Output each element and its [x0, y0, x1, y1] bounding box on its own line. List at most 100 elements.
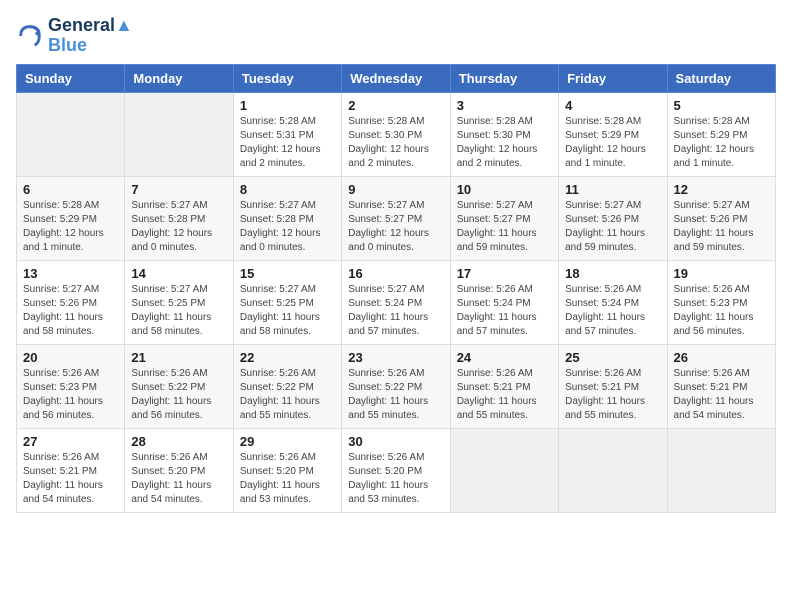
weekday-header: Tuesday [233, 64, 341, 92]
day-number: 15 [240, 266, 335, 281]
calendar-cell [17, 92, 125, 176]
calendar-cell: 8 Sunrise: 5:27 AM Sunset: 5:28 PM Daylig… [233, 176, 341, 260]
day-number: 12 [674, 182, 769, 197]
calendar-cell: 16 Sunrise: 5:27 AM Sunset: 5:24 PM Dayli… [342, 260, 450, 344]
day-number: 30 [348, 434, 443, 449]
day-info: Sunrise: 5:26 AM Sunset: 5:23 PM Dayligh… [674, 283, 769, 339]
day-number: 24 [457, 350, 552, 365]
day-info: Sunrise: 5:26 AM Sunset: 5:21 PM Dayligh… [457, 367, 552, 423]
calendar-cell: 23Sunrise: 5:26 AM Sunset: 5:22 PM Dayli… [342, 344, 450, 428]
day-info: Sunrise: 5:27 AM Sunset: 5:27 PM Dayligh… [457, 199, 552, 255]
calendar-cell: 29Sunrise: 5:26 AM Sunset: 5:20 PM Dayli… [233, 428, 341, 512]
day-number: 20 [23, 350, 118, 365]
day-number: 28 [131, 434, 226, 449]
day-info: Sunrise: 5:28 AM Sunset: 5:30 PM Dayligh… [348, 115, 443, 171]
day-info: Sunrise: 5:26 AM Sunset: 5:24 PM Dayligh… [457, 283, 552, 339]
day-info: Sunrise: 5:26 AM Sunset: 5:24 PM Dayligh… [565, 283, 660, 339]
day-number: 25 [565, 350, 660, 365]
calendar-cell: 26 Sunrise: 5:26 AM Sunset: 5:21 PM Dayli… [667, 344, 775, 428]
day-number: 6 [23, 182, 118, 197]
calendar-cell: 13 Sunrise: 5:27 AM Sunset: 5:26 PM Dayli… [17, 260, 125, 344]
day-info: Sunrise: 5:28 AM Sunset: 5:29 PM Dayligh… [674, 115, 769, 171]
day-info: Sunrise: 5:28 AM Sunset: 5:29 PM Dayligh… [565, 115, 660, 171]
day-number: 21 [131, 350, 226, 365]
weekday-header: Wednesday [342, 64, 450, 92]
day-number: 2 [348, 98, 443, 113]
calendar-cell: 2 Sunrise: 5:28 AM Sunset: 5:30 PM Daylig… [342, 92, 450, 176]
logo-text: General▲ Blue [48, 16, 133, 56]
day-info: Sunrise: 5:27 AM Sunset: 5:28 PM Dayligh… [131, 199, 226, 255]
calendar-cell [559, 428, 667, 512]
calendar-cell: 1 Sunrise: 5:28 AM Sunset: 5:31 PM Daylig… [233, 92, 341, 176]
calendar-cell: 4Sunrise: 5:28 AM Sunset: 5:29 PM Daylig… [559, 92, 667, 176]
calendar-cell [667, 428, 775, 512]
calendar-cell: 6 Sunrise: 5:28 AM Sunset: 5:29 PM Daylig… [17, 176, 125, 260]
day-info: Sunrise: 5:26 AM Sunset: 5:21 PM Dayligh… [565, 367, 660, 423]
day-info: Sunrise: 5:28 AM Sunset: 5:29 PM Dayligh… [23, 199, 118, 255]
day-number: 13 [23, 266, 118, 281]
calendar-cell: 19 Sunrise: 5:26 AM Sunset: 5:23 PM Dayli… [667, 260, 775, 344]
calendar-cell: 21 Sunrise: 5:26 AM Sunset: 5:22 PM Dayli… [125, 344, 233, 428]
weekday-header: Saturday [667, 64, 775, 92]
day-info: Sunrise: 5:26 AM Sunset: 5:21 PM Dayligh… [23, 451, 118, 507]
day-number: 5 [674, 98, 769, 113]
calendar-cell: 24 Sunrise: 5:26 AM Sunset: 5:21 PM Dayli… [450, 344, 558, 428]
calendar-cell: 7 Sunrise: 5:27 AM Sunset: 5:28 PM Daylig… [125, 176, 233, 260]
weekday-header: Friday [559, 64, 667, 92]
day-info: Sunrise: 5:26 AM Sunset: 5:20 PM Dayligh… [348, 451, 443, 507]
calendar-cell: 17Sunrise: 5:26 AM Sunset: 5:24 PM Dayli… [450, 260, 558, 344]
day-info: Sunrise: 5:26 AM Sunset: 5:21 PM Dayligh… [674, 367, 769, 423]
weekday-header: Sunday [17, 64, 125, 92]
calendar-cell: 5 Sunrise: 5:28 AM Sunset: 5:29 PM Daylig… [667, 92, 775, 176]
calendar-cell [450, 428, 558, 512]
day-number: 27 [23, 434, 118, 449]
day-number: 7 [131, 182, 226, 197]
day-info: Sunrise: 5:26 AM Sunset: 5:22 PM Dayligh… [240, 367, 335, 423]
calendar-cell: 22 Sunrise: 5:26 AM Sunset: 5:22 PM Dayli… [233, 344, 341, 428]
day-number: 9 [348, 182, 443, 197]
calendar-week-row: 1 Sunrise: 5:28 AM Sunset: 5:31 PM Daylig… [17, 92, 776, 176]
day-number: 1 [240, 98, 335, 113]
day-number: 19 [674, 266, 769, 281]
weekday-header: Thursday [450, 64, 558, 92]
day-number: 3 [457, 98, 552, 113]
day-info: Sunrise: 5:26 AM Sunset: 5:22 PM Dayligh… [131, 367, 226, 423]
day-info: Sunrise: 5:27 AM Sunset: 5:24 PM Dayligh… [348, 283, 443, 339]
day-info: Sunrise: 5:26 AM Sunset: 5:20 PM Dayligh… [131, 451, 226, 507]
day-number: 22 [240, 350, 335, 365]
day-number: 16 [348, 266, 443, 281]
calendar-cell: 3 Sunrise: 5:28 AM Sunset: 5:30 PM Daylig… [450, 92, 558, 176]
calendar-cell: 11 Sunrise: 5:27 AM Sunset: 5:26 PM Dayli… [559, 176, 667, 260]
day-info: Sunrise: 5:27 AM Sunset: 5:28 PM Dayligh… [240, 199, 335, 255]
calendar-week-row: 13 Sunrise: 5:27 AM Sunset: 5:26 PM Dayli… [17, 260, 776, 344]
day-number: 11 [565, 182, 660, 197]
calendar-cell: 18 Sunrise: 5:26 AM Sunset: 5:24 PM Dayli… [559, 260, 667, 344]
day-number: 8 [240, 182, 335, 197]
day-info: Sunrise: 5:27 AM Sunset: 5:26 PM Dayligh… [565, 199, 660, 255]
calendar-week-row: 27 Sunrise: 5:26 AM Sunset: 5:21 PM Dayli… [17, 428, 776, 512]
page-header: General▲ Blue [16, 16, 776, 56]
day-info: Sunrise: 5:28 AM Sunset: 5:31 PM Dayligh… [240, 115, 335, 171]
day-number: 26 [674, 350, 769, 365]
logo-icon [16, 22, 44, 50]
day-info: Sunrise: 5:27 AM Sunset: 5:26 PM Dayligh… [674, 199, 769, 255]
calendar-table: SundayMondayTuesdayWednesdayThursdayFrid… [16, 64, 776, 513]
weekday-header: Monday [125, 64, 233, 92]
day-number: 18 [565, 266, 660, 281]
calendar-header-row: SundayMondayTuesdayWednesdayThursdayFrid… [17, 64, 776, 92]
calendar-cell: 10 Sunrise: 5:27 AM Sunset: 5:27 PM Dayli… [450, 176, 558, 260]
calendar-cell: 15Sunrise: 5:27 AM Sunset: 5:25 PM Dayli… [233, 260, 341, 344]
day-info: Sunrise: 5:26 AM Sunset: 5:23 PM Dayligh… [23, 367, 118, 423]
logo: General▲ Blue [16, 16, 133, 56]
day-info: Sunrise: 5:27 AM Sunset: 5:25 PM Dayligh… [131, 283, 226, 339]
calendar-cell: 25 Sunrise: 5:26 AM Sunset: 5:21 PM Dayli… [559, 344, 667, 428]
day-info: Sunrise: 5:27 AM Sunset: 5:26 PM Dayligh… [23, 283, 118, 339]
calendar-cell: 20 Sunrise: 5:26 AM Sunset: 5:23 PM Dayli… [17, 344, 125, 428]
day-number: 14 [131, 266, 226, 281]
day-number: 10 [457, 182, 552, 197]
day-info: Sunrise: 5:28 AM Sunset: 5:30 PM Dayligh… [457, 115, 552, 171]
calendar-cell: 12 Sunrise: 5:27 AM Sunset: 5:26 PM Dayli… [667, 176, 775, 260]
calendar-cell: 14 Sunrise: 5:27 AM Sunset: 5:25 PM Dayli… [125, 260, 233, 344]
calendar-cell [125, 92, 233, 176]
day-info: Sunrise: 5:26 AM Sunset: 5:20 PM Dayligh… [240, 451, 335, 507]
